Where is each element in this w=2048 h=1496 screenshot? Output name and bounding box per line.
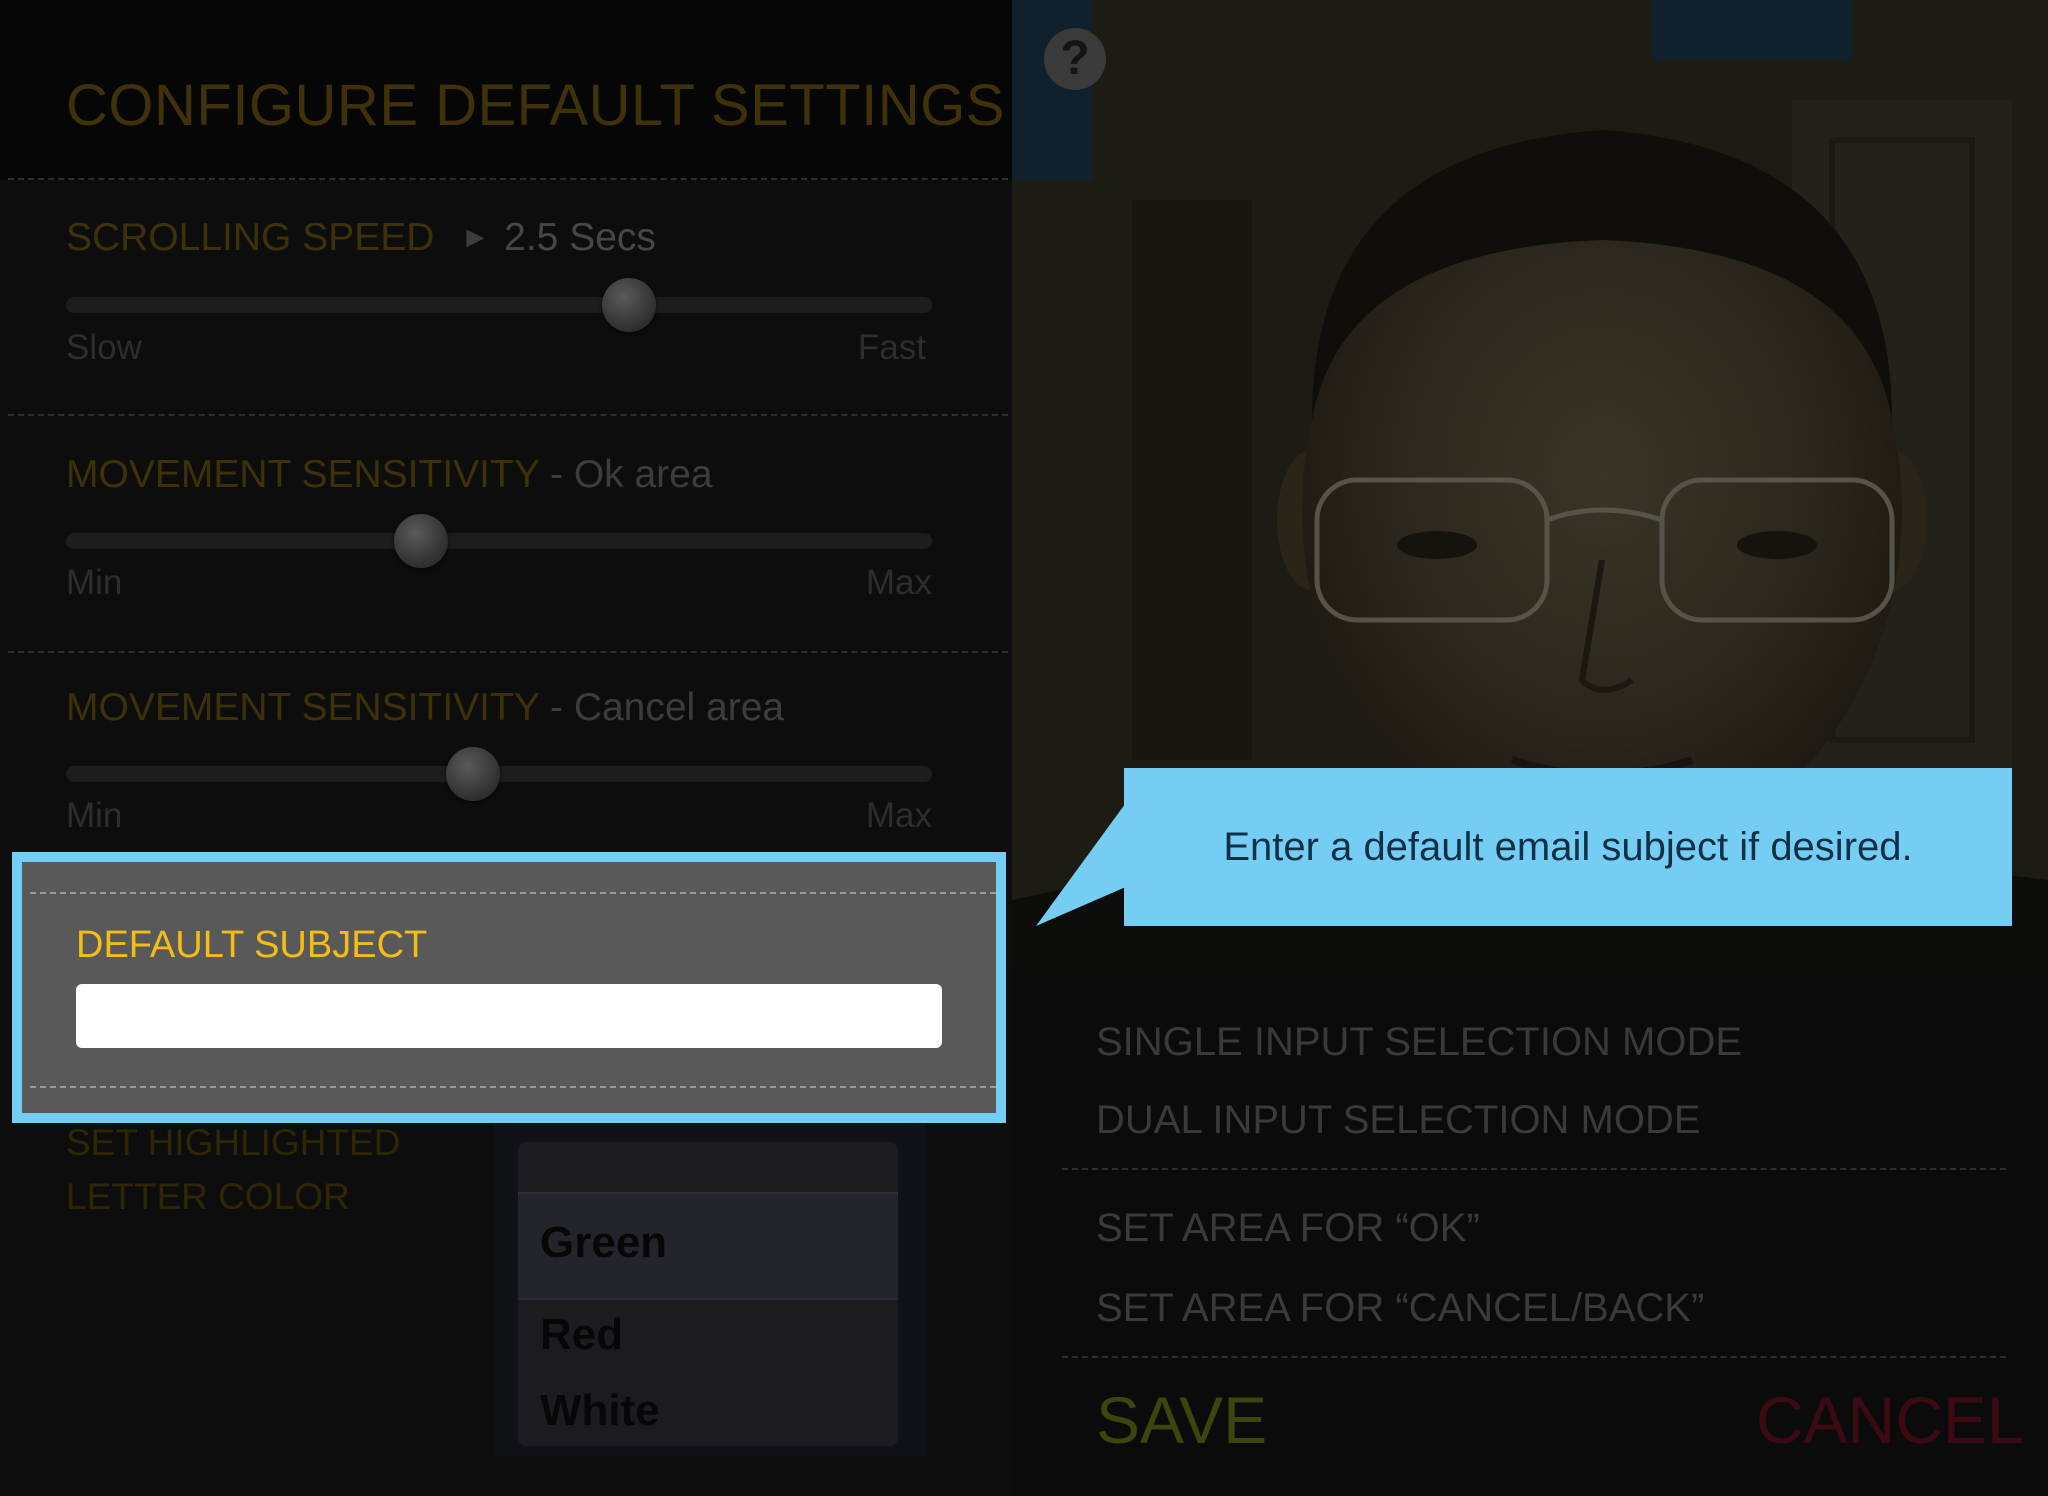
slider-min-label: Min: [66, 796, 123, 835]
divider: [30, 1086, 996, 1088]
sensitivity-cancel-area: - Cancel area: [539, 686, 785, 729]
tooltip-callout: Enter a default email subject if desired…: [1124, 768, 2012, 926]
settings-panel: CONFIGURE DEFAULT SETTINGS SCROLLING SPE…: [0, 0, 1012, 1496]
scrolling-speed-heading: SCROLLING SPEED ► 2.5 Secs: [66, 216, 656, 260]
slider-max-label: Max: [865, 796, 932, 835]
divider: [30, 892, 996, 894]
divider: [8, 414, 1008, 416]
set-ok-area-option[interactable]: SET AREA FOR “OK”: [1096, 1206, 1480, 1251]
set-cancel-area-option[interactable]: SET AREA FOR “CANCEL/BACK”: [1096, 1286, 1704, 1331]
picker-option-green[interactable]: Green: [540, 1218, 667, 1268]
scrolling-speed-label: SCROLLING SPEED: [66, 216, 435, 259]
play-arrow-icon: ►: [460, 221, 491, 254]
cancel-button[interactable]: CANCEL: [1756, 1382, 2024, 1458]
sensitivity-ok-label: MOVEMENT SENSITIVITY: [66, 453, 540, 496]
tooltip-text: Enter a default email subject if desired…: [1223, 824, 1913, 869]
divider: [1062, 1168, 2006, 1170]
sensitivity-cancel-label: MOVEMENT SENSITIVITY: [66, 686, 540, 729]
divider: [8, 651, 1008, 653]
sensitivity-ok-slider[interactable]: [66, 533, 932, 549]
slider-min-label: Min: [66, 563, 123, 602]
callout-pointer: [1036, 800, 1128, 926]
default-subject-label: DEFAULT SUBJECT: [76, 924, 428, 966]
picker-wheel[interactable]: Green Red White: [518, 1142, 898, 1446]
divider: [1062, 1356, 2006, 1358]
scrolling-speed-slider[interactable]: [66, 297, 932, 313]
sensitivity-cancel-slider-handle[interactable]: [446, 747, 501, 801]
letter-color-label-line2: LETTER COLOR: [66, 1176, 350, 1217]
sensitivity-cancel-heading: MOVEMENT SENSITIVITY - Cancel area: [66, 686, 784, 730]
default-subject-section: DEFAULT SUBJECT: [12, 852, 1006, 1123]
slider-max-label: Fast: [857, 328, 926, 367]
divider: [8, 178, 1008, 180]
sensitivity-ok-heading: MOVEMENT SENSITIVITY - Ok area: [66, 453, 713, 497]
sensitivity-ok-area: - Ok area: [539, 453, 713, 496]
picker-option-white[interactable]: White: [540, 1386, 660, 1436]
dual-input-mode-option[interactable]: DUAL INPUT SELECTION MODE: [1096, 1098, 1701, 1143]
letter-color-picker[interactable]: Green Red White: [494, 1112, 926, 1456]
slider-max-label: Max: [865, 563, 932, 602]
save-button[interactable]: SAVE: [1096, 1382, 1267, 1458]
page-title: CONFIGURE DEFAULT SETTINGS: [66, 73, 1005, 138]
help-icon[interactable]: ?: [1044, 28, 1106, 90]
scrolling-speed-value: 2.5 Secs: [504, 216, 656, 259]
scrolling-speed-slider-handle[interactable]: [601, 278, 656, 332]
picker-option-red[interactable]: Red: [540, 1310, 623, 1360]
letter-color-label-line1: SET HIGHLIGHTED: [66, 1122, 401, 1163]
default-subject-input[interactable]: [76, 984, 942, 1048]
single-input-mode-option[interactable]: SINGLE INPUT SELECTION MODE: [1096, 1020, 1742, 1065]
slider-min-label: Slow: [66, 328, 142, 367]
sensitivity-ok-slider-handle[interactable]: [394, 514, 449, 568]
letter-color-label: SET HIGHLIGHTED LETTER COLOR: [66, 1116, 400, 1224]
